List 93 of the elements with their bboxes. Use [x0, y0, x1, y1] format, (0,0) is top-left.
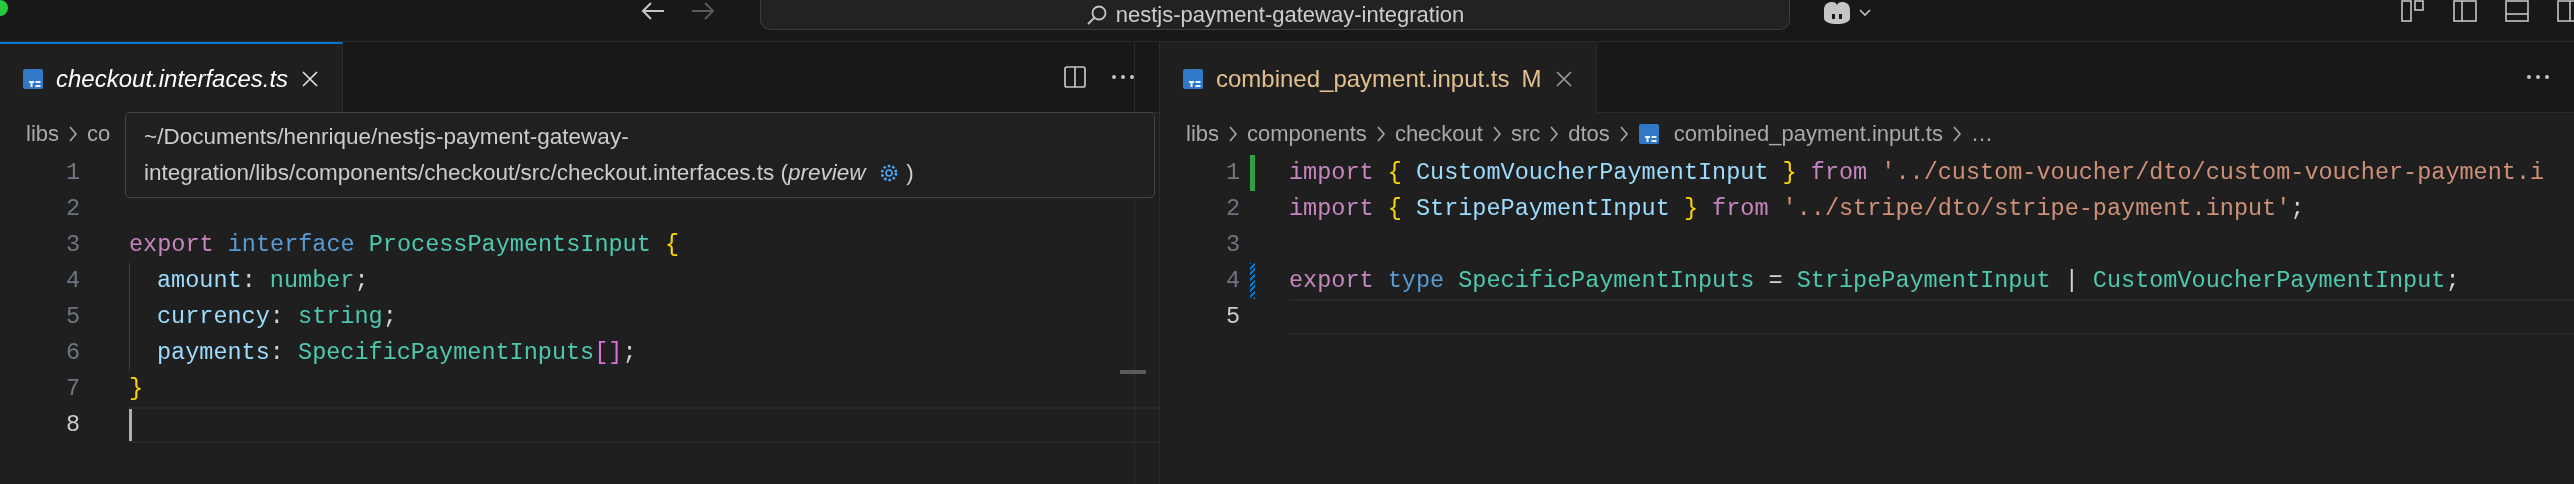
identifier-token: StripePaymentInput [1415, 195, 1670, 222]
typescript-file-icon [1182, 67, 1204, 90]
punctuation-token: | [2063, 267, 2080, 294]
brace-token: } [129, 375, 144, 402]
breadcrumb-item[interactable]: checkout [1394, 121, 1483, 147]
line-number: 6 [64, 338, 80, 368]
identifier-token: CustomVoucherPaymentInput [1415, 159, 1769, 186]
chevron-right-icon [1548, 124, 1561, 144]
punctuation-token: ; [354, 267, 369, 294]
line-number: 3 [64, 230, 80, 260]
breadcrumb-item[interactable]: co [87, 121, 111, 147]
brace-token: } [1781, 159, 1798, 186]
punctuation-token: ; [382, 303, 397, 330]
identifier-token: amount [157, 267, 242, 294]
layout-icon[interactable] [2504, 0, 2530, 24]
more-actions-icon[interactable] [2526, 74, 2550, 80]
close-icon[interactable] [300, 68, 321, 89]
line-number: 5 [64, 302, 80, 332]
editor-tab[interactable]: combined_payment.input.ts M [1160, 42, 1597, 113]
keyword-token: import [1289, 159, 1375, 186]
punctuation-token: ; [622, 339, 637, 366]
keyword-token: interface [227, 231, 356, 258]
line-number: 1 [1224, 158, 1240, 188]
type-token: StripePaymentInput [1796, 267, 2051, 294]
chevron-right-icon [1950, 124, 1963, 144]
tooltip-text: ~/Documents/henrique/nestjs-payment-gateway-integration/libs/components/checkout/src/checkout.interfaces.ts (preview [144, 124, 866, 185]
keyword-token: from [1712, 195, 1770, 222]
string-token: '../custom-voucher/dto/custom-voucher-payment.i [1881, 159, 2545, 186]
typescript-file-icon [22, 67, 44, 90]
identifier-token: currency [157, 303, 270, 330]
chevron-right-icon [67, 124, 79, 144]
line-number: 8 [64, 410, 80, 440]
type-token: CustomVoucherPaymentInput [2092, 267, 2446, 294]
type-token: number [269, 267, 355, 294]
brace-token: { [1387, 159, 1403, 186]
tooltip-text: ) [906, 160, 914, 185]
keyword-token: export [1289, 267, 1375, 294]
chevron-right-icon [1374, 124, 1387, 144]
breadcrumb-item[interactable]: components [1247, 121, 1367, 147]
punctuation-token: : [269, 339, 285, 366]
type-token: SpecificPaymentInputs [298, 339, 595, 366]
tab-label: combined_payment.input.ts [1216, 64, 1510, 93]
punctuation-token: : [269, 303, 285, 330]
text-cursor [129, 409, 132, 441]
tab-label: checkout.interfaces.ts [56, 64, 289, 93]
keyword-token: export [129, 231, 215, 258]
punctuation-token: ; [2445, 267, 2460, 294]
brace-token: { [664, 231, 679, 258]
search-icon [1085, 3, 1108, 26]
line-number: 3 [1224, 230, 1240, 260]
chevron-right-icon [1227, 124, 1239, 144]
close-icon[interactable] [1553, 68, 1574, 89]
string-token: '../stripe/dto/stripe-payment.input' [1782, 195, 2291, 222]
keyword-token: import [1289, 195, 1375, 222]
breadcrumb-item[interactable]: src [1510, 121, 1541, 147]
overview-ruler-mark [1120, 370, 1146, 374]
keyword-token: type [1387, 267, 1446, 294]
breadcrumb-item[interactable]: dtos [1568, 121, 1610, 147]
modified-indicator: M [1521, 64, 1542, 93]
punctuation-token: : [241, 267, 257, 294]
breadcrumb-item[interactable]: libs [1186, 121, 1219, 147]
chevron-right-icon [1490, 124, 1503, 144]
command-center-search[interactable]: nestjs-payment-gateway-integration [760, 0, 1790, 30]
line-number: 5 [1224, 302, 1240, 332]
line-number: 7 [64, 374, 80, 404]
layout-icon[interactable] [2400, 0, 2426, 24]
identifier-token: payments [157, 339, 270, 366]
punctuation-token: = [1767, 267, 1784, 294]
layout-icon[interactable] [2452, 0, 2478, 24]
chevron-down-icon[interactable] [1858, 8, 1872, 18]
bracket-token: [] [594, 339, 623, 366]
brace-token: } [1682, 195, 1699, 222]
line-number: 2 [64, 194, 80, 224]
breadcrumb-item[interactable]: … [1970, 121, 1993, 147]
type-token: SpecificPaymentInputs [1458, 267, 1755, 294]
type-token: string [298, 303, 383, 330]
layout-icon[interactable] [2556, 0, 2574, 24]
editor-tab[interactable]: checkout.interfaces.ts [0, 42, 344, 113]
more-actions-icon[interactable] [1111, 74, 1135, 80]
back-arrow-icon[interactable] [640, 0, 666, 22]
keyword-token: from [1810, 159, 1869, 186]
split-editor-icon[interactable] [1063, 65, 1087, 89]
line-number: 1 [64, 158, 80, 188]
breadcrumb-item[interactable]: libs [26, 121, 59, 147]
type-token: ProcessPaymentsInput [368, 231, 652, 258]
line-number: 4 [1224, 266, 1240, 296]
chevron-right-icon [1617, 124, 1630, 144]
punctuation-token: ; [2290, 195, 2305, 222]
line-number: 2 [1224, 194, 1240, 224]
line-number: 4 [64, 266, 80, 296]
typescript-file-icon [1637, 123, 1660, 145]
brace-token: { [1387, 195, 1403, 222]
breadcrumb-item[interactable]: combined_payment.input.ts [1673, 121, 1943, 147]
